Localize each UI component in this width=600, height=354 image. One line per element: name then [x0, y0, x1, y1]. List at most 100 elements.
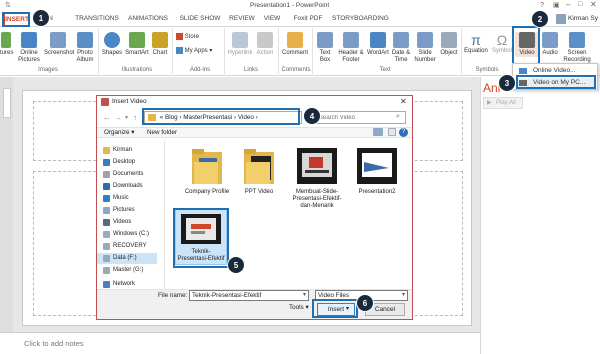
search-input[interactable]	[319, 113, 393, 122]
hyperlink-button[interactable]: Hyperlink	[226, 32, 254, 57]
nav-item-kirman[interactable]: Kirman	[97, 145, 157, 156]
search-box[interactable]: ⌕	[316, 111, 406, 124]
file-item-presentation2[interactable]: Presentation2	[351, 146, 403, 196]
dialog-title: Insert Video	[112, 98, 147, 105]
step-badge-5: 5	[227, 256, 245, 274]
back-icon[interactable]: ←	[103, 113, 111, 122]
selected-file-highlight	[173, 208, 229, 268]
tab-animations[interactable]: ANIMATIONS	[126, 13, 170, 25]
tab-slide-show[interactable]: SLIDE SHOW	[178, 13, 222, 25]
online-pictures-icon	[21, 32, 37, 48]
help-icon[interactable]: ?	[399, 128, 408, 137]
view-options-icon[interactable]	[373, 128, 383, 136]
minimize-icon[interactable]: –	[566, 0, 570, 9]
slide-number-button[interactable]: Slide Number	[412, 32, 438, 64]
text-box-button[interactable]: Text Box	[314, 32, 336, 64]
object-button[interactable]: Object	[438, 32, 460, 57]
recent-dropdown-icon[interactable]: ▾	[125, 114, 128, 121]
group-links-label: Links	[243, 67, 258, 73]
apps-icon	[176, 47, 183, 54]
play-all-button[interactable]: ▶ Play All	[483, 97, 523, 109]
hyperlink-icon	[232, 32, 248, 48]
music-icon	[103, 195, 110, 202]
photo-album-button[interactable]: Photo Album	[73, 32, 97, 64]
tab-transitions[interactable]: TRANSITIONS	[74, 13, 120, 25]
group-symbols-label: Symbols	[475, 67, 499, 73]
header-footer-button[interactable]: Header & Footer	[337, 32, 365, 64]
notes-placeholder[interactable]: Click to add notes	[24, 339, 84, 348]
step-badge-3: 3	[498, 74, 516, 92]
group-addins-label: Add-ins	[189, 67, 211, 73]
nav-item-master-g[interactable]: Master (G:)	[97, 265, 157, 276]
tab-foxit-pdf[interactable]: Foxit PDF	[290, 13, 326, 25]
screenshot-icon	[50, 32, 66, 48]
video-thumbnail-icon	[357, 148, 397, 184]
text-box-icon	[317, 32, 333, 48]
network-icon	[103, 281, 110, 288]
pictures-icon	[103, 207, 110, 214]
ribbon-separator	[98, 28, 99, 74]
photo-album-icon	[77, 32, 93, 48]
navigation-pane: Kirman Desktop Documents Downloads Music…	[97, 141, 165, 289]
file-item-company-profile[interactable]: Company Profile	[181, 146, 233, 196]
nav-item-desktop[interactable]: Desktop	[97, 157, 157, 168]
help-icon[interactable]: ?	[540, 2, 544, 9]
my-apps-button[interactable]: My Apps ▾	[176, 47, 220, 55]
tab-view[interactable]: VIEW	[261, 13, 283, 25]
file-item-ppt-video[interactable]: PPT Video	[233, 146, 285, 196]
drive-icon	[103, 267, 110, 274]
screen-recording-button[interactable]: Screen Recording	[561, 32, 593, 64]
avatar[interactable]	[556, 14, 566, 24]
comment-button[interactable]: Comment	[280, 32, 310, 57]
nav-item-documents[interactable]: Documents	[97, 169, 157, 180]
ribbon-display-icon[interactable]: ▣	[553, 1, 560, 9]
globe-icon	[519, 68, 527, 74]
online-pictures-button[interactable]: Online Pictures	[15, 32, 43, 64]
documents-icon	[103, 171, 110, 178]
symbol-button[interactable]: Ω Symbol	[490, 32, 514, 55]
pictures-button[interactable]: tures	[0, 32, 13, 57]
new-folder-button[interactable]: New folder	[147, 129, 177, 136]
audio-button[interactable]: Audio	[540, 32, 560, 57]
date-time-button[interactable]: Date & Time	[390, 32, 412, 64]
video-button-highlight	[512, 26, 540, 66]
action-button[interactable]: Action	[254, 32, 276, 57]
animation-pane: Ani ▶ Play All	[480, 77, 600, 354]
wordart-button[interactable]: WordArt	[366, 32, 390, 57]
notes-pane[interactable]: Click to add notes	[0, 332, 480, 354]
quick-access-icon[interactable]: ⇅	[5, 1, 11, 9]
videos-icon	[103, 219, 110, 226]
chevron-down-icon: ▾	[302, 292, 306, 298]
slide-thumbnail[interactable]	[3, 88, 11, 118]
up-icon[interactable]: ↑	[133, 113, 137, 122]
smartart-button[interactable]: SmartArt	[124, 32, 150, 57]
equation-button[interactable]: π Equation	[462, 32, 490, 55]
preview-pane-icon[interactable]	[388, 128, 396, 136]
chart-button[interactable]: Chart	[150, 32, 170, 57]
store-button[interactable]: Store	[176, 33, 216, 41]
nav-item-downloads[interactable]: Downloads	[97, 181, 157, 192]
date-time-icon	[393, 32, 409, 48]
file-item-membuat-slide[interactable]: Membuat-Slide-Presentasi-Efektif-dan-Men…	[289, 146, 345, 210]
store-icon	[176, 33, 183, 40]
nav-item-videos[interactable]: Videos	[97, 217, 157, 228]
forward-icon[interactable]: →	[114, 113, 122, 122]
nav-item-pictures[interactable]: Pictures	[97, 205, 157, 216]
slide-number-icon	[417, 32, 433, 48]
nav-item-data-f[interactable]: Data (F:)	[97, 253, 157, 264]
dialog-close-icon[interactable]: ✕	[400, 97, 407, 106]
file-name-input[interactable]: Teknik-Presentasi-Efektif ▾	[189, 290, 309, 301]
screenshot-button[interactable]: Screenshot	[44, 32, 74, 57]
tab-review[interactable]: REVIEW	[228, 13, 256, 25]
tools-button[interactable]: Tools ▾	[289, 304, 309, 311]
close-icon[interactable]: ✕	[590, 0, 597, 9]
user-name[interactable]: Kirman Sy	[568, 15, 598, 22]
organize-button[interactable]: Organize ▾	[104, 129, 134, 136]
maximize-icon[interactable]: □	[578, 1, 582, 8]
video-folder-icon	[244, 149, 274, 184]
nav-item-music[interactable]: Music	[97, 193, 157, 204]
nav-item-recovery-d[interactable]: RECOVERY (D:)	[97, 241, 157, 260]
tab-storyboarding[interactable]: STORYBOARDING	[332, 13, 389, 25]
nav-item-windows-c[interactable]: Windows (C:)	[97, 229, 157, 240]
shapes-button[interactable]: Shapes	[100, 32, 124, 57]
